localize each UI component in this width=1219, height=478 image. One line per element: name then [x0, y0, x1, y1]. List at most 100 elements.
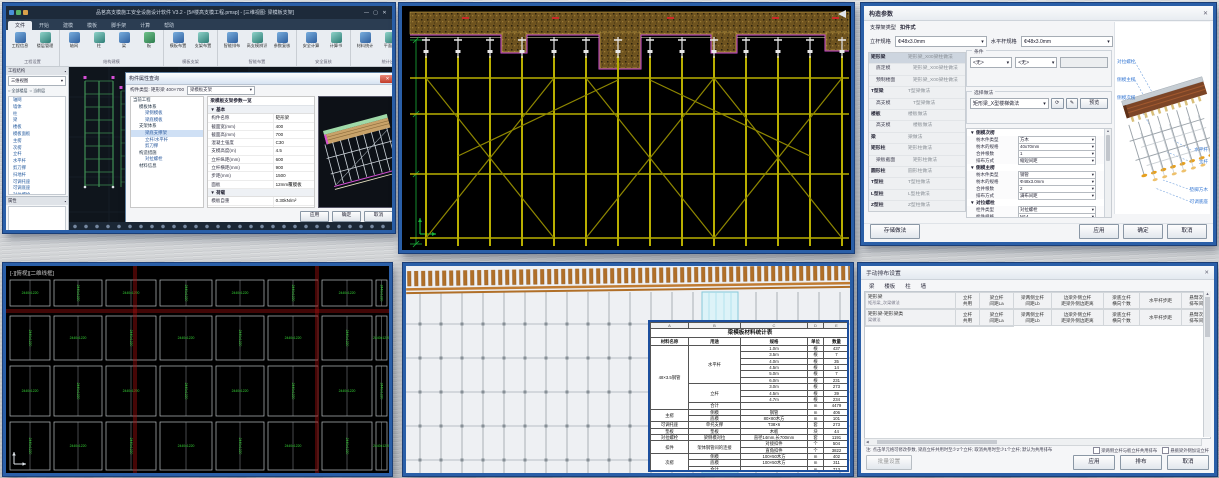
viewport-label[interactable]: [-][俯视][二维线框] [10, 269, 54, 277]
property-row[interactable]: 步距(mm)1500 [208, 172, 314, 180]
grid-scrollbar[interactable]: ▲ [1104, 129, 1111, 217]
component-list-item[interactable]: 楼板 [9, 124, 65, 131]
close-icon[interactable]: ✕ [1204, 270, 1209, 276]
dialog-button[interactable]: 应用 [300, 211, 329, 222]
apply-button[interactable]: 应用 [1079, 224, 1119, 239]
cancel-button[interactable]: 取消 [1167, 455, 1209, 470]
member-method-item[interactable]: Z型柱Z型柱做法 [869, 201, 965, 212]
grid-value-combo[interactable]: M14▾ [1018, 213, 1096, 219]
pole-spec-combo[interactable]: Φ48x3.0mm▾ [895, 36, 987, 47]
member-method-item[interactable]: 高支模T型梁做法 [869, 99, 965, 110]
property-row[interactable]: 支模高度(m)4.5 [208, 147, 314, 155]
ribbon-button[interactable]: 计算书 [325, 31, 347, 58]
ribbon-tab[interactable]: 脚手架 [104, 21, 133, 30]
component-list-item[interactable]: 主楞 [9, 138, 65, 145]
ribbon-button[interactable]: 材料统计 [354, 31, 376, 58]
tree-item[interactable]: 梁侧模板 [131, 110, 203, 117]
section-collapse-icon[interactable]: ▼ [970, 130, 975, 135]
cancel-button[interactable]: 取消 [1167, 224, 1207, 239]
horizontal-scrollbar[interactable]: ◀ [864, 438, 1202, 446]
property-row[interactable]: 截面高(mm)700 [208, 131, 314, 139]
member-method-item[interactable]: T型梁T型梁做法 [869, 87, 965, 98]
member-method-item[interactable]: 楼板楼板做法 [869, 110, 965, 121]
ribbon-tab[interactable]: 建模 [56, 21, 80, 30]
ribbon-button[interactable]: 工程信息 [9, 31, 31, 58]
ribbon-button[interactable]: 板 [138, 31, 160, 58]
ledger-spec-combo[interactable]: Φ48x3.0mm▾ [1021, 36, 1113, 47]
tree-item[interactable]: 材料信息 [131, 163, 203, 170]
property-row[interactable]: 面板12mm覆膜板 [208, 181, 314, 189]
option-checkbox[interactable]: 梁两侧立杆与板立杆共用排布 [1093, 448, 1157, 453]
ribbon-button[interactable]: 安全计算 [300, 31, 322, 58]
section-collapse-icon[interactable]: ▼ [970, 200, 975, 205]
component-list-item[interactable]: 剪刀撑 [9, 165, 65, 172]
refresh-icon[interactable]: ⟳ [1051, 98, 1064, 109]
member-method-item[interactable]: 预制楼面矩形梁_X00梁柱做法 [869, 76, 965, 87]
apply-button[interactable]: 应用 [1073, 455, 1115, 470]
member-method-item[interactable]: 矩形柱矩形柱做法 [869, 144, 965, 155]
ribbon-button[interactable]: 楼层管理 [34, 31, 56, 58]
method-combo[interactable]: 矩形梁_X型楼梯做法▾ [970, 98, 1049, 109]
option-checkbox[interactable]: 悬挑梁外侧加设立杆 [1162, 448, 1209, 453]
category-tab[interactable]: 梁 [869, 282, 874, 290]
vertical-scrollbar[interactable]: ▲ [1203, 291, 1211, 437]
tree-item[interactable]: 对拉螺栓 [131, 156, 203, 163]
tree-item[interactable]: 剪刀撑 [131, 143, 203, 150]
member-method-item[interactable]: T型柱T型柱做法 [869, 178, 965, 189]
preview-button[interactable]: 预览 [1080, 98, 1108, 109]
member-method-item[interactable]: 梁梁做法 [869, 133, 965, 144]
ribbon-tab[interactable]: 模板 [80, 21, 104, 30]
component-list-item[interactable]: 水平杆 [9, 158, 65, 165]
ribbon-tab[interactable]: 开始 [32, 21, 56, 30]
property-row[interactable]: 混凝土强度C30 [208, 139, 314, 147]
tree-item[interactable]: 构造措施 [131, 150, 203, 157]
section-collapse-icon[interactable]: ▼ [210, 107, 214, 112]
ribbon-button[interactable]: 模板布置 [167, 31, 189, 58]
dialog-button[interactable]: 确定 [332, 211, 361, 222]
pin-icon[interactable]: ▪ [64, 199, 66, 204]
quick-access-icon[interactable] [9, 10, 14, 15]
condition-combo-1[interactable]: <无>▾ [970, 57, 1012, 68]
member-method-item[interactable]: L型柱L型柱做法 [869, 190, 965, 201]
view-combo[interactable]: 三维视图▾ [8, 76, 66, 86]
batch-settings-button[interactable]: 批量设置 [866, 455, 912, 470]
ribbon-tab[interactable]: 计算 [133, 21, 157, 30]
component-list-item[interactable]: 柱 [9, 111, 65, 118]
cad-3d-viewport[interactable]: 构件属性查询 ✕ 构件类型: 矩形梁 400×700 梁模板支架▾ 当前工程模板… [69, 67, 392, 231]
component-list-item[interactable]: 墙体 [9, 104, 65, 111]
member-method-item[interactable]: 矩形梁矩形梁_X00梁柱做法 [869, 53, 965, 64]
ribbon-button[interactable]: 参数复核 [271, 31, 293, 58]
property-row[interactable]: 截面宽(mm)400 [208, 123, 314, 131]
quick-access-icon[interactable] [23, 10, 28, 15]
tree-item[interactable]: 梁底支撑架 [131, 130, 203, 137]
window-control-button[interactable]: ▢ [371, 10, 380, 16]
category-tab[interactable]: 柱 [905, 282, 910, 290]
ribbon-button[interactable]: 梁 [113, 31, 135, 58]
member-method-item[interactable]: 圆形柱圆形柱做法 [869, 167, 965, 178]
window-control-button[interactable]: ✕ [380, 10, 389, 16]
panel-3d-model[interactable]: ABCDE 梁模板材料统计表 材料名称用途规格单位数量 48×3.5钢管水平杆1… [403, 263, 853, 476]
ribbon-button[interactable]: 平面图 [379, 31, 395, 58]
section-collapse-icon[interactable]: ▼ [970, 165, 975, 170]
grid-value-combo[interactable]: 满布间距▾ [1018, 192, 1096, 200]
section-collapse-icon[interactable]: ▼ [210, 190, 214, 195]
close-icon[interactable]: ✕ [1203, 10, 1208, 17]
component-list-item[interactable]: 对拉螺栓 [9, 192, 65, 195]
tree-item[interactable]: 当前工程 [131, 97, 203, 104]
ribbon-button[interactable]: 智能排布 [221, 31, 243, 58]
category-tab[interactable]: 楼板 [884, 282, 895, 290]
property-row[interactable]: 立杆纵距(mm)600 [208, 156, 314, 164]
member-method-item[interactable]: 底定模矩形梁_X00梁柱做法 [869, 64, 965, 75]
property-row[interactable]: 模板自重0.30kN/m² [208, 197, 314, 205]
property-row[interactable]: 立杆横距(mm)900 [208, 164, 314, 172]
ribbon-button[interactable]: 轴网 [63, 31, 85, 58]
condition-combo-2[interactable]: <无>▾ [1015, 57, 1057, 68]
component-list-item[interactable]: 扫地杆 [9, 172, 65, 179]
pin-icon[interactable]: ▪ [64, 69, 66, 74]
member-method-item[interactable]: 梁板截面矩形柱做法 [869, 156, 965, 167]
member-method-item[interactable]: 高支模楼板做法 [869, 121, 965, 132]
panel-cad-plan[interactable]: [-][俯视][二维线框] 2440x12202440x12202440x122… [3, 263, 392, 476]
dialog-button[interactable]: 取消 [364, 211, 393, 222]
arrange-button[interactable]: 排布 [1120, 455, 1162, 470]
ribbon-tab[interactable]: 文件 [8, 21, 32, 30]
